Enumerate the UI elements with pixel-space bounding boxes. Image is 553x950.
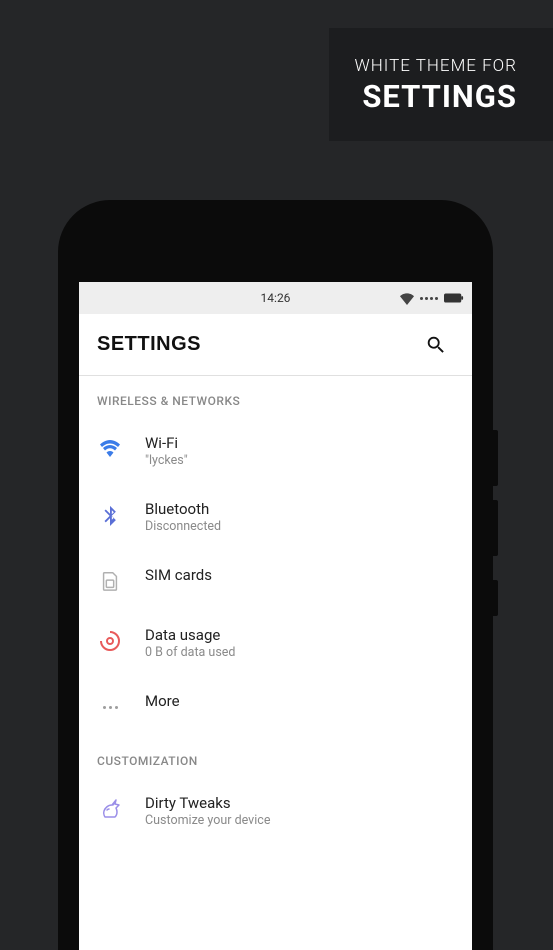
item-bluetooth[interactable]: Bluetooth Disconnected — [79, 484, 472, 550]
bluetooth-icon — [97, 502, 123, 528]
phone-frame: 14:26 SETTINGS — [58, 200, 493, 950]
page-title: SETTINGS — [97, 333, 201, 356]
item-more-label: More — [145, 692, 180, 710]
status-bar: 14:26 — [79, 282, 472, 314]
volume-down-button — [493, 500, 498, 556]
data-usage-icon — [97, 628, 123, 654]
wifi-icon — [97, 436, 123, 462]
sim-icon — [97, 568, 123, 594]
signal-dots-icon — [420, 297, 438, 300]
settings-list: WIRELESS & NETWORKS Wi-Fi "lyckes" Bluet… — [79, 376, 472, 844]
item-sim[interactable]: SIM cards — [79, 550, 472, 610]
volume-up-button — [493, 430, 498, 486]
item-dirty-sub: Customize your device — [145, 813, 270, 828]
promo-line1: WHITE THEME FOR — [355, 56, 517, 76]
item-data[interactable]: Data usage 0 B of data used — [79, 610, 472, 676]
more-icon — [97, 694, 123, 720]
item-dirty-label: Dirty Tweaks — [145, 794, 270, 812]
item-dirty-tweaks[interactable]: Dirty Tweaks Customize your device — [79, 778, 472, 844]
item-data-sub: 0 B of data used — [145, 645, 235, 660]
item-wifi[interactable]: Wi-Fi "lyckes" — [79, 418, 472, 484]
item-bluetooth-sub: Disconnected — [145, 519, 221, 534]
promo-line2: SETTINGS — [355, 78, 517, 115]
search-icon — [425, 334, 447, 356]
item-data-label: Data usage — [145, 626, 235, 644]
item-more[interactable]: More — [79, 676, 472, 736]
wifi-status-icon — [400, 291, 414, 305]
unicorn-icon — [97, 796, 123, 822]
status-right — [400, 291, 464, 305]
item-sim-label: SIM cards — [145, 566, 212, 584]
search-button[interactable] — [418, 327, 454, 363]
app-bar: SETTINGS — [79, 314, 472, 376]
battery-icon — [444, 293, 464, 303]
item-bluetooth-label: Bluetooth — [145, 500, 221, 518]
screen: 14:26 SETTINGS — [79, 282, 472, 950]
power-button — [493, 580, 498, 616]
item-wifi-label: Wi-Fi — [145, 434, 188, 452]
promo-banner: WHITE THEME FOR SETTINGS — [329, 28, 553, 141]
status-time: 14:26 — [261, 291, 291, 305]
item-wifi-sub: "lyckes" — [145, 453, 188, 468]
section-wireless-header: WIRELESS & NETWORKS — [79, 376, 472, 418]
section-custom-header: CUSTOMIZATION — [79, 736, 472, 778]
